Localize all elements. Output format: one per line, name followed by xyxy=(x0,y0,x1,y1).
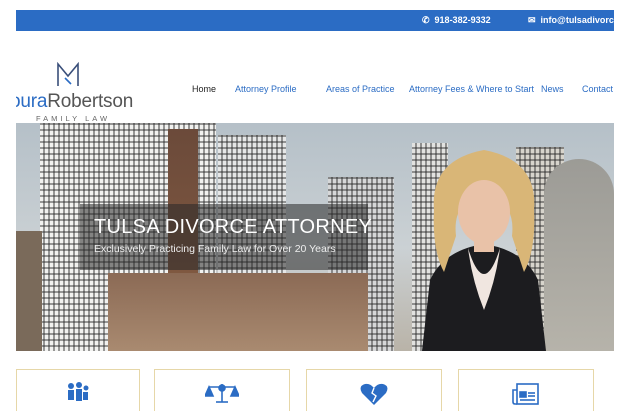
logo-tagline: FAMILY LAW xyxy=(36,114,111,123)
top-contact-bar: ✆ 918-382-9332 ✉ info@tulsadivorce.con xyxy=(16,10,614,31)
logo-name-accent: oura xyxy=(16,91,48,112)
nav-item-home[interactable]: Home xyxy=(192,84,216,94)
logo-mark-icon[interactable] xyxy=(56,61,80,93)
site-header: ouraRobertson FAMILY LAW Home Attorney P… xyxy=(16,31,614,123)
nav-item-attorney-fees[interactable]: Attorney Fees & Where to Start xyxy=(409,84,534,94)
page: ✆ 918-382-9332 ✉ info@tulsadivorce.con our… xyxy=(16,10,614,411)
phone-number[interactable]: 918-382-9332 xyxy=(435,15,491,25)
card-family[interactable] xyxy=(16,369,140,411)
phone-link[interactable]: ✆ 918-382-9332 xyxy=(422,15,491,26)
broken-heart-icon xyxy=(360,382,388,411)
hero-banner: TULSA DIVORCE ATTORNEY Exclusively Pract… xyxy=(16,123,614,351)
newspaper-icon xyxy=(512,382,540,411)
card-news[interactable] xyxy=(458,369,594,411)
nav-item-areas-of-practice[interactable]: Areas of Practice xyxy=(326,84,395,94)
email-address[interactable]: info@tulsadivorce.con xyxy=(541,15,614,25)
frame-left xyxy=(0,0,16,411)
building-left-edge xyxy=(16,231,42,351)
scales-of-justice-icon xyxy=(203,382,241,409)
envelope-icon: ✉ xyxy=(528,15,536,25)
nav-item-attorney-profile[interactable]: Attorney Profile xyxy=(235,84,297,94)
email-link[interactable]: ✉ info@tulsadivorce.con xyxy=(528,15,614,26)
logo-name-rest: Robertson xyxy=(47,91,134,112)
card-heart[interactable] xyxy=(306,369,442,411)
phone-icon: ✆ xyxy=(422,15,430,25)
frame-right xyxy=(614,0,618,411)
card-scales[interactable] xyxy=(154,369,290,411)
nav-item-contact[interactable]: Contact U xyxy=(582,84,614,94)
hero-subtitle: Exclusively Practicing Family Law for Ov… xyxy=(94,243,336,255)
hero-title: TULSA DIVORCE ATTORNEY xyxy=(94,216,373,238)
family-icon xyxy=(66,382,90,409)
feature-cards xyxy=(16,351,614,411)
church-body xyxy=(108,273,368,351)
logo-wordmark[interactable]: ouraRobertson xyxy=(16,91,133,113)
attorney-portrait xyxy=(404,140,564,351)
frame-top xyxy=(0,0,618,10)
nav-item-news[interactable]: News xyxy=(541,84,564,94)
